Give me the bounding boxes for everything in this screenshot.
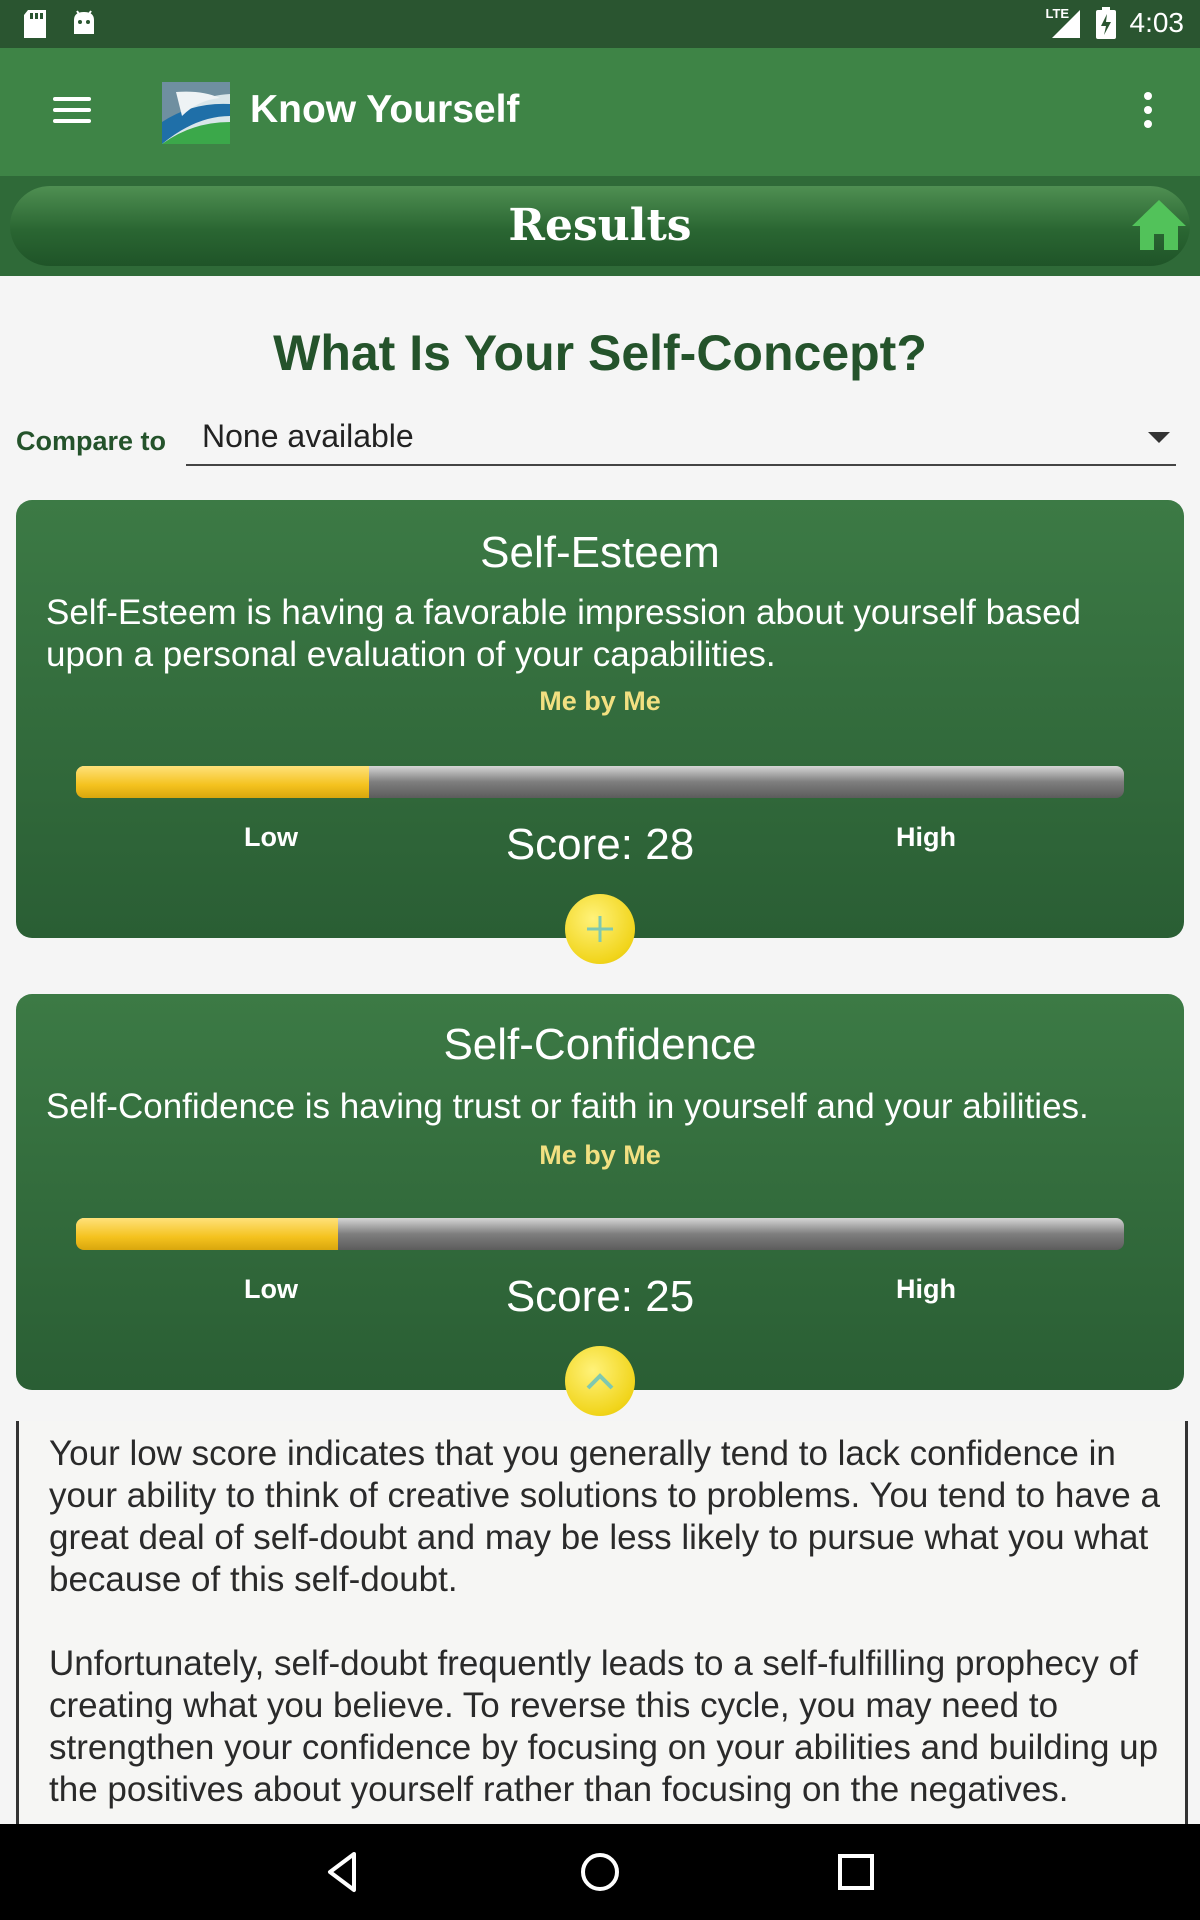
score-text: Score: 25 [505,1272,695,1321]
compare-dropdown[interactable]: None available [186,412,1176,466]
app-bar: Know Yourself [0,48,1200,176]
card-subtitle: Me by Me [539,686,661,716]
recents-icon[interactable] [832,1848,880,1896]
app-title: Know Yourself [250,88,520,131]
detail-paragraph: Unfortunately, self-doubt frequently lea… [49,1644,1159,1809]
score-bar [76,766,1124,798]
menu-icon[interactable] [40,90,104,134]
self-confidence-card: Self-Confidence Self-Confidence is havin… [16,994,1184,1390]
app-logo [162,82,230,144]
status-bar: LTE 4:03 [0,0,1200,48]
signal-icon [1051,10,1080,38]
self-esteem-card: Self-Esteem Self-Esteem is having a favo… [16,500,1184,938]
chevron-up-icon [586,1373,614,1390]
card-description: Self-Confidence is having trust or faith… [46,1087,1089,1126]
home-icon[interactable] [1130,198,1188,252]
score-bar-fill [76,1218,338,1250]
expand-button[interactable] [565,894,635,964]
content-area[interactable]: What Is Your Self-Concept? Compare to No… [0,276,1200,1824]
back-icon[interactable] [320,1848,368,1896]
more-options-icon[interactable] [1140,92,1156,132]
dropdown-arrow-icon [1148,432,1170,443]
home-nav-icon[interactable] [576,1848,624,1896]
android-icon [74,10,94,34]
system-nav-bar [0,1824,1200,1920]
compare-label: Compare to [16,426,167,456]
plus-icon [587,916,613,942]
status-time: 4:03 [1129,7,1185,38]
card-description: Self-Esteem is having a favorable impres… [46,593,1081,674]
score-text: Score: 28 [505,820,695,869]
detail-paragraph: Your low score indicates that you genera… [49,1434,1160,1599]
card-title: Self-Esteem [480,528,720,577]
page-title: What Is Your Self-Concept? [273,325,927,381]
collapse-button[interactable] [565,1346,635,1416]
score-bar-fill [76,766,370,798]
results-title: Results [508,200,692,251]
sd-card-icon [24,10,46,38]
results-header: Results [0,176,1200,276]
compare-selected-value: None available [202,418,414,454]
card-subtitle: Me by Me [539,1140,661,1170]
score-detail-panel[interactable]: Your low score indicates that you genera… [16,1421,1188,1824]
score-bar [76,1218,1124,1250]
battery-charging-icon [1095,7,1116,39]
card-title: Self-Confidence [443,1020,757,1069]
